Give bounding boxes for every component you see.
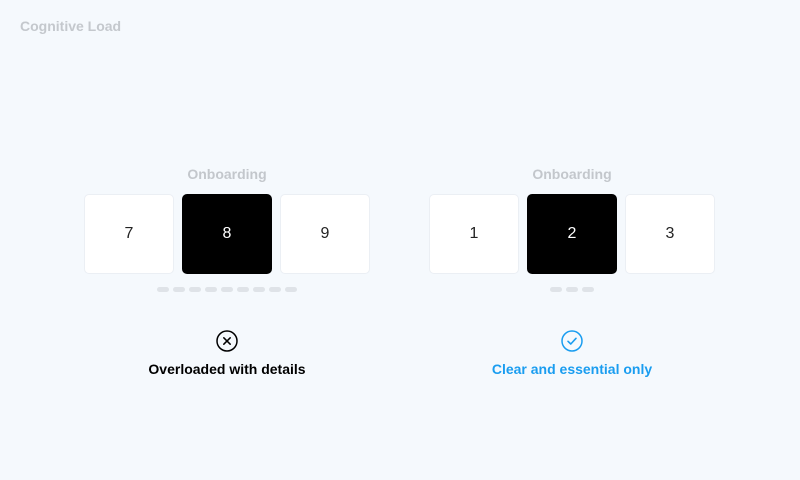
step-card-active[interactable]: 8 <box>182 194 272 274</box>
step-card[interactable]: 3 <box>625 194 715 274</box>
close-circle-icon <box>216 330 238 352</box>
page-title: Cognitive Load <box>20 18 122 34</box>
step-card[interactable]: 7 <box>84 194 174 274</box>
pagination-dot[interactable] <box>582 287 594 292</box>
clear-example: Onboarding 1 2 3 Clear and essential onl… <box>427 163 717 377</box>
pagination-dot[interactable] <box>285 287 297 292</box>
pagination-dots <box>550 287 594 293</box>
pagination-dot[interactable] <box>157 287 169 292</box>
check-circle-icon <box>561 330 583 352</box>
pagination-dots <box>157 287 297 293</box>
overloaded-example: Onboarding 7 8 9 Overloaded with details <box>82 163 372 377</box>
pagination-dot[interactable] <box>205 287 217 292</box>
step-card[interactable]: 1 <box>429 194 519 274</box>
pagination-dot[interactable] <box>269 287 281 292</box>
panel-title: Onboarding <box>532 166 612 182</box>
pagination-dot[interactable] <box>189 287 201 292</box>
pagination-dot[interactable] <box>173 287 185 292</box>
step-card-active[interactable]: 2 <box>527 194 617 274</box>
panel-title: Onboarding <box>187 166 267 182</box>
status-label: Overloaded with details <box>148 361 306 377</box>
step-cards: 1 2 3 <box>429 194 715 274</box>
pagination-dot[interactable] <box>253 287 265 292</box>
pagination-dot[interactable] <box>237 287 249 292</box>
status-label: Clear and essential only <box>491 361 653 377</box>
pagination-dot[interactable] <box>550 287 562 292</box>
step-cards: 7 8 9 <box>84 194 370 274</box>
pagination-dot[interactable] <box>566 287 578 292</box>
step-card[interactable]: 9 <box>280 194 370 274</box>
pagination-dot[interactable] <box>221 287 233 292</box>
